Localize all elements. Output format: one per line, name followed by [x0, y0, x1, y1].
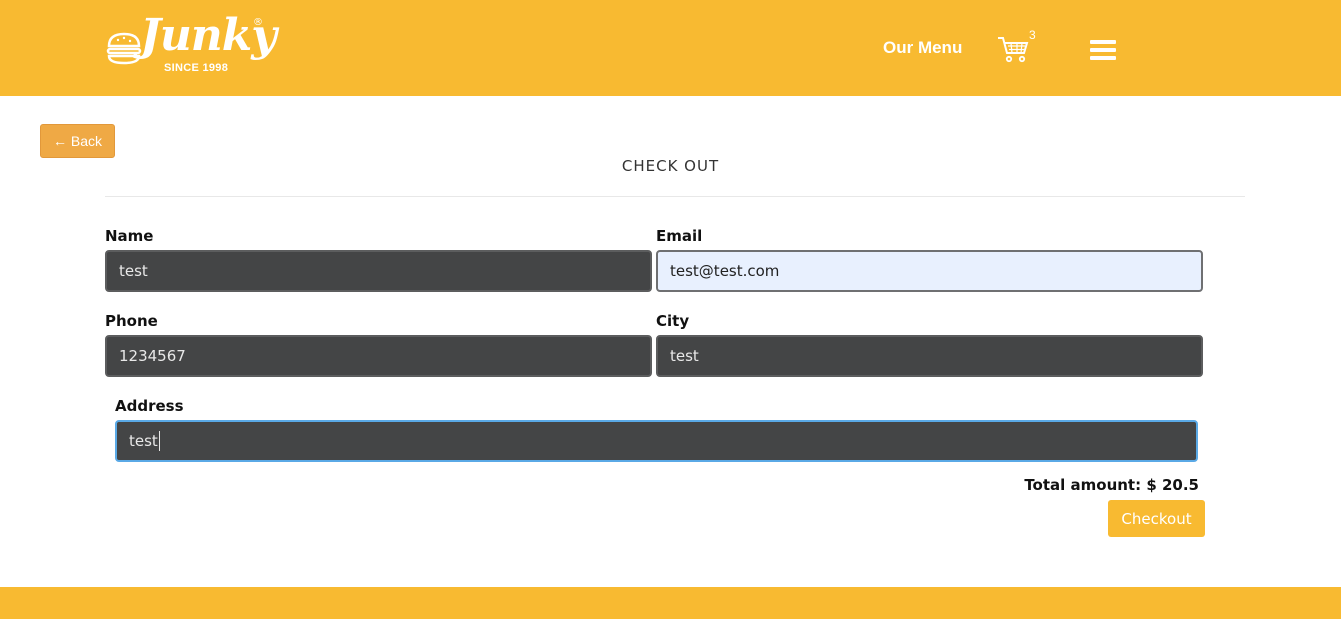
- name-input-value: test: [119, 262, 148, 280]
- address-label: Address: [115, 397, 184, 415]
- checkout-button[interactable]: Checkout: [1108, 500, 1205, 537]
- phone-input-value: 1234567: [119, 347, 186, 365]
- top-navbar: Junky ® SINCE 1998 Our Menu 3: [0, 0, 1341, 96]
- city-label: City: [656, 312, 690, 330]
- email-input[interactable]: test@test.com: [656, 250, 1203, 292]
- shopping-cart-icon[interactable]: [996, 34, 1030, 64]
- city-input-value: test: [670, 347, 699, 365]
- text-caret: [158, 431, 160, 451]
- address-input[interactable]: test: [115, 420, 1198, 462]
- footer-bar: [0, 587, 1341, 619]
- page-title: CHECK OUT: [621, 157, 720, 175]
- title-divider: [105, 196, 1245, 197]
- logo-tagline: SINCE 1998: [164, 62, 229, 74]
- email-label: Email: [656, 227, 703, 245]
- brand-logo[interactable]: Junky ® SINCE 1998: [106, 12, 277, 76]
- cart-count-badge: 3: [1029, 28, 1036, 42]
- address-input-value: test: [129, 432, 158, 450]
- back-button[interactable]: ← Back: [40, 124, 115, 158]
- logo-registered-mark: ®: [253, 17, 263, 28]
- phone-label: Phone: [105, 312, 158, 330]
- city-input[interactable]: test: [656, 335, 1203, 377]
- total-amount: Total amount: $ 20.5: [1024, 476, 1199, 494]
- hamburger-menu-icon[interactable]: [1090, 40, 1116, 62]
- burger-logo-icon: [106, 32, 142, 65]
- email-input-value: test@test.com: [670, 262, 780, 280]
- name-label: Name: [105, 227, 154, 245]
- phone-input[interactable]: 1234567: [105, 335, 652, 377]
- nav-our-menu-link[interactable]: Our Menu: [883, 38, 962, 58]
- name-input[interactable]: test: [105, 250, 652, 292]
